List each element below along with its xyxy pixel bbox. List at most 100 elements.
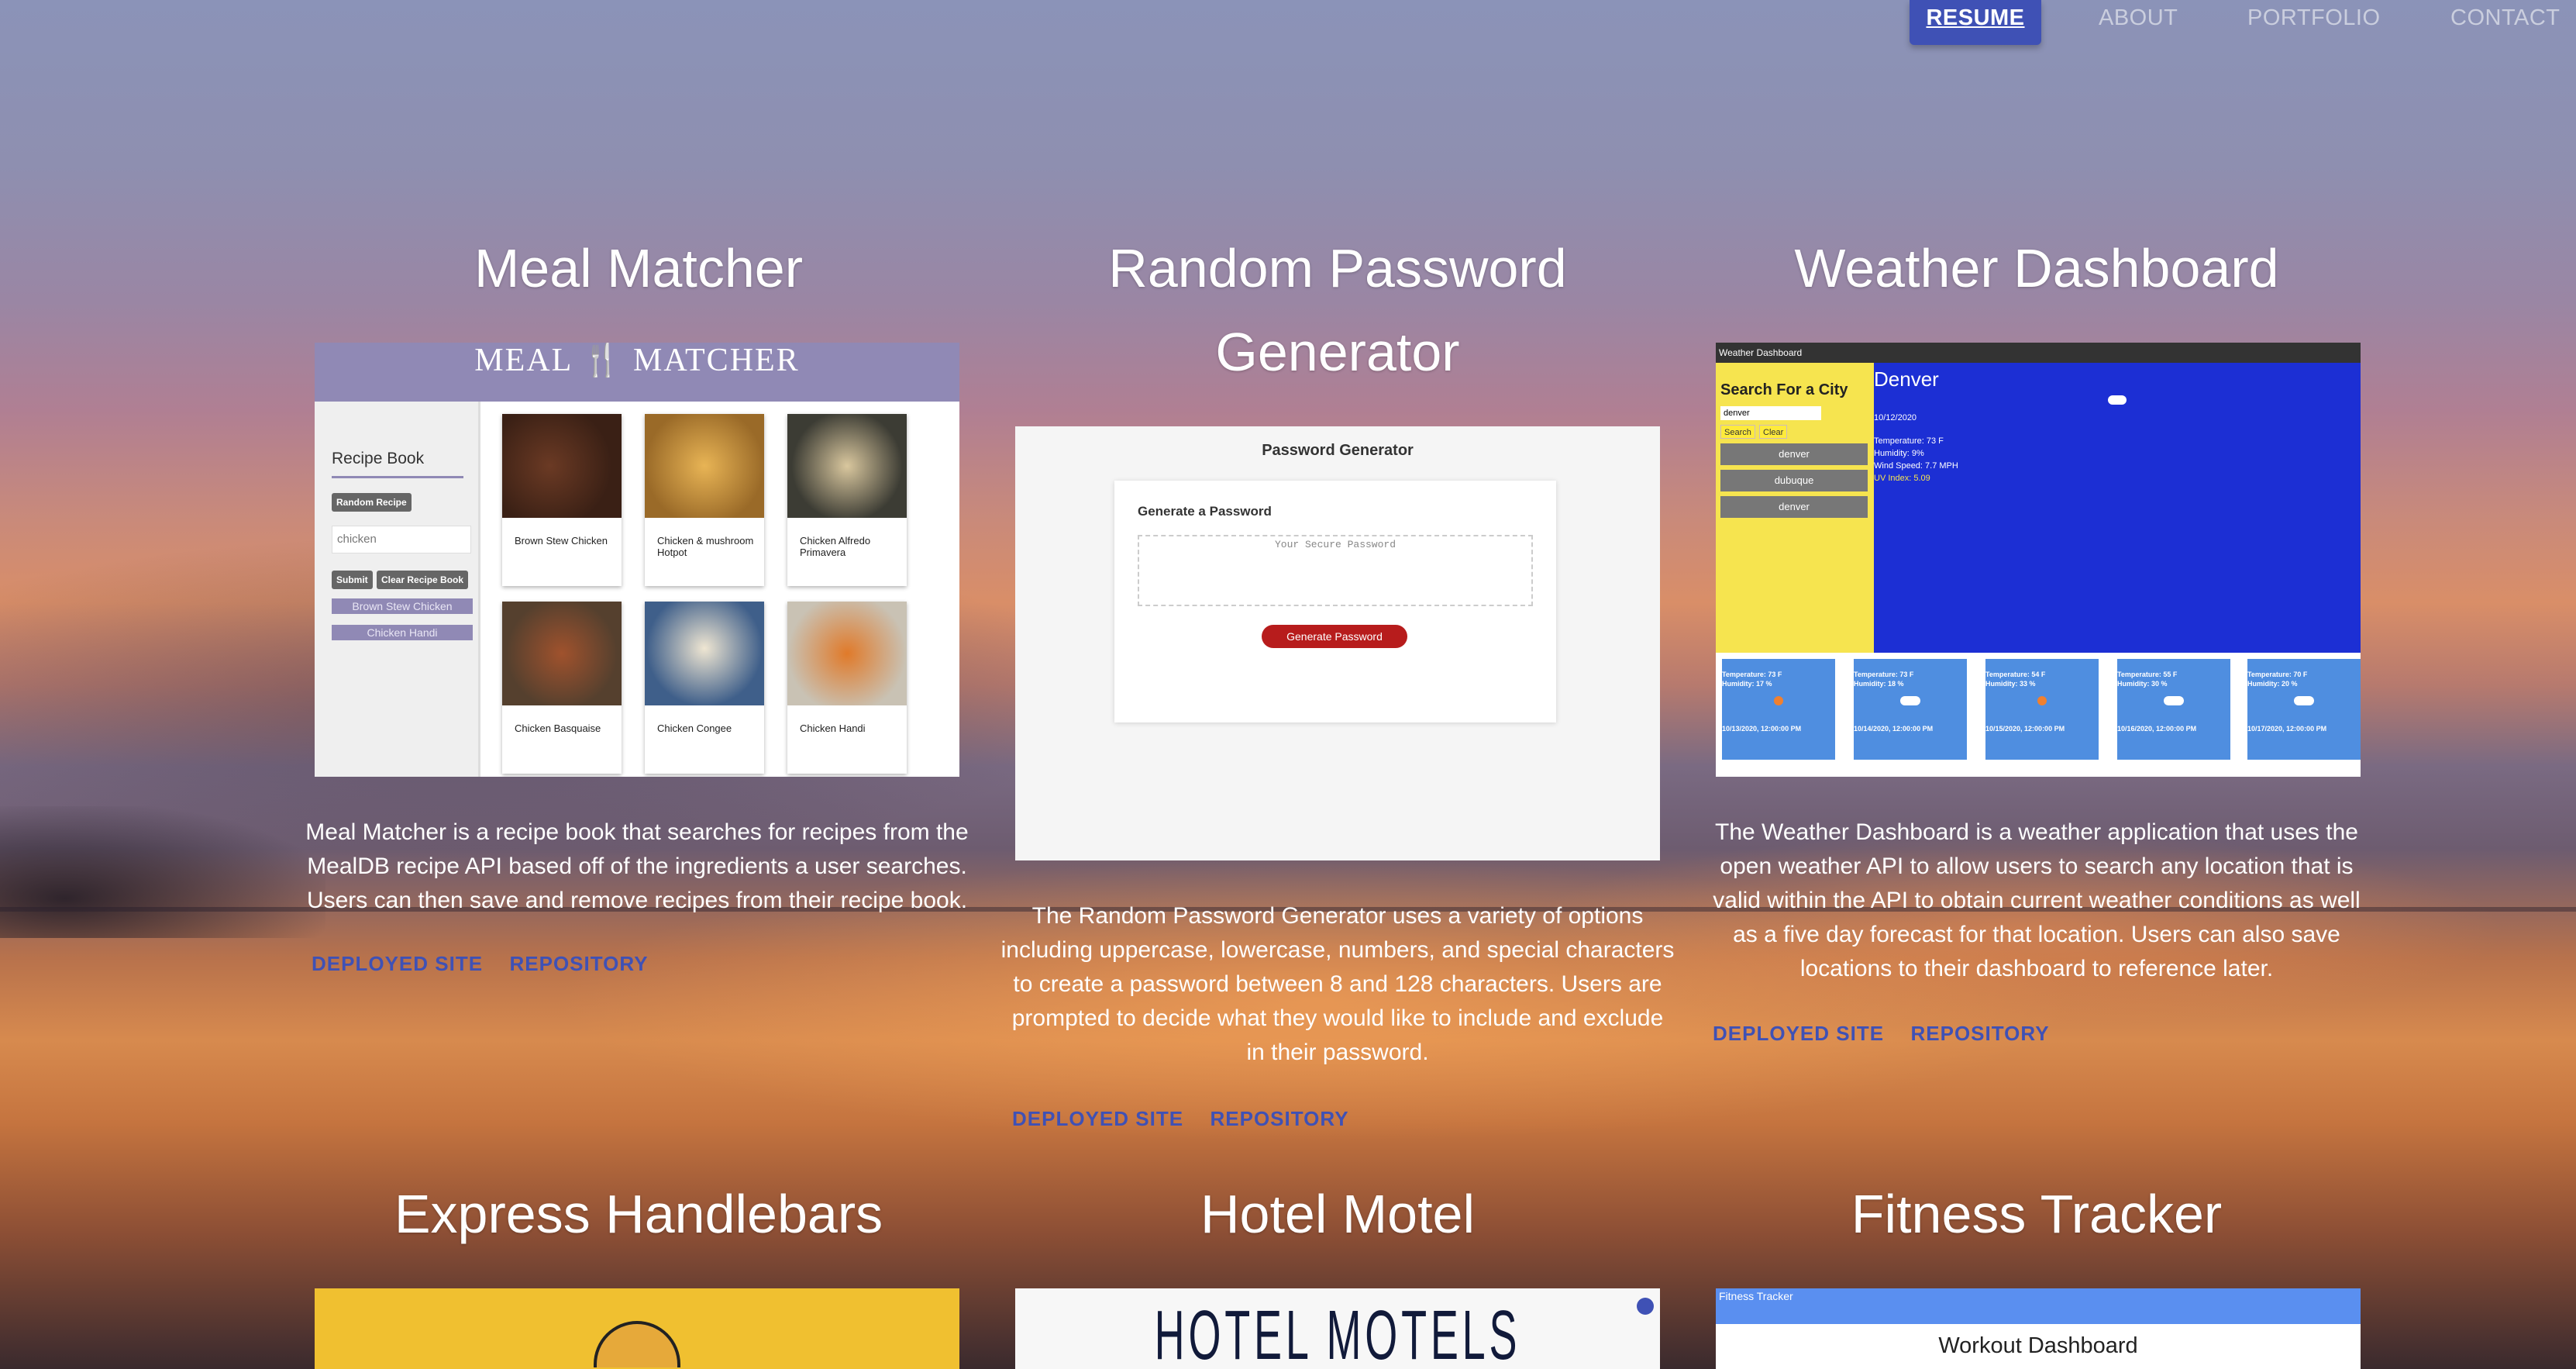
city-name: Denver xyxy=(1874,367,1939,391)
forecast-card: Temperature: 55 F Humidity: 30 % 10/16/2… xyxy=(2117,659,2230,760)
recipe-tile: Chicken & mushroom Hotpot xyxy=(645,414,764,586)
ingredient-search-input: chicken xyxy=(332,526,471,553)
weather-app-bar: Weather Dashboard xyxy=(1716,343,2361,363)
forecast-temp: Temperature: 73 F xyxy=(1722,671,1782,678)
nav-resume[interactable]: RESUME xyxy=(1910,0,2041,45)
recipe-photo xyxy=(502,414,622,518)
project-card-password-generator: Random Password Generator xyxy=(1004,226,1671,394)
current-weather-panel: Denver 10/12/2020 Temperature: 73 F Humi… xyxy=(1874,363,2361,653)
cloud-icon xyxy=(1900,696,1920,705)
weather-dashboard-screenshot[interactable]: Weather Dashboard Search For a City denv… xyxy=(1716,343,2361,777)
forecast-humidity: Humidity: 30 % xyxy=(2117,680,2168,688)
project-card-fitness-tracker: Fitness Tracker xyxy=(1703,1172,2370,1256)
password-generator-header: Password Generator xyxy=(1262,442,1414,459)
recipe-photo xyxy=(787,414,907,518)
project-card-express-handlebars: Express Handlebars xyxy=(305,1172,972,1256)
burger-icon xyxy=(594,1321,680,1367)
password-card-title: Generate a Password xyxy=(1138,504,1272,519)
project-card-hotel-motel: Hotel Motel xyxy=(1004,1172,1671,1256)
recipe-caption: Chicken Handi xyxy=(800,722,866,734)
password-generator-screenshot[interactable]: Password Generator Generate a Password Y… xyxy=(1015,426,1660,860)
current-date: 10/12/2020 xyxy=(1874,413,1917,422)
current-temperature: Temperature: 73 F xyxy=(1874,436,1944,446)
forecast-card: Temperature: 73 F Humidity: 17 % 10/13/2… xyxy=(1722,659,1835,760)
recipe-tile: Chicken Congee xyxy=(645,602,764,774)
forecast-row: Temperature: 73 F Humidity: 17 % 10/13/2… xyxy=(1716,653,2361,777)
cloud-icon xyxy=(2164,696,2184,705)
repository-link[interactable]: REPOSITORY xyxy=(1211,1107,1349,1131)
recipe-photo xyxy=(502,602,622,705)
meal-matcher-logo: MEAL 🍴 MATCHER xyxy=(474,343,800,378)
saved-recipe: Brown Stew Chicken xyxy=(332,598,473,614)
shoreline-silhouette xyxy=(0,806,325,938)
forecast-humidity: Humidity: 18 % xyxy=(1854,680,1904,688)
project-card-weather-dashboard: Weather Dashboard xyxy=(1703,226,2370,310)
recipe-tile: Brown Stew Chicken xyxy=(502,414,622,586)
express-handlebars-screenshot[interactable] xyxy=(315,1288,959,1369)
project-links: DEPLOYED SITE REPOSITORY xyxy=(1012,1107,1372,1131)
deployed-site-link[interactable]: DEPLOYED SITE xyxy=(1012,1107,1183,1131)
saved-recipe: Chicken Handi xyxy=(332,625,473,640)
project-links: DEPLOYED SITE REPOSITORY xyxy=(1713,1022,2073,1046)
forecast-date: 10/13/2020, 12:00:00 PM xyxy=(1722,725,1802,733)
forecast-temp: Temperature: 55 F xyxy=(2117,671,2178,678)
random-recipe-button: Random Recipe xyxy=(332,493,412,512)
forecast-temp: Temperature: 70 F xyxy=(2247,671,2308,678)
forecast-date: 10/16/2020, 12:00:00 PM xyxy=(2117,725,2197,733)
repository-link[interactable]: REPOSITORY xyxy=(1911,1022,2050,1046)
nav-about[interactable]: ABOUT xyxy=(2099,0,2178,45)
submit-button: Submit xyxy=(332,571,373,589)
password-output: Your Secure Password xyxy=(1138,535,1533,606)
recipe-tile: Chicken Basquaise xyxy=(502,602,622,774)
recipe-caption: Brown Stew Chicken xyxy=(515,535,608,547)
clear-button: Clear xyxy=(1759,425,1788,439)
recipe-caption: Chicken Basquaise xyxy=(515,722,601,734)
project-title: Hotel Motel xyxy=(1200,1184,1476,1244)
cloud-icon xyxy=(2294,696,2314,705)
workout-dashboard-title: Workout Dashboard xyxy=(1938,1333,2138,1358)
project-title: Random Password Generator xyxy=(1108,238,1567,382)
sun-icon xyxy=(2037,696,2047,705)
saved-city: denver xyxy=(1720,443,1868,465)
search-label: Search For a City xyxy=(1720,381,1848,398)
meal-matcher-header: MEAL 🍴 MATCHER xyxy=(315,343,959,402)
project-description: The Random Password Generator uses a var… xyxy=(1000,903,1675,1065)
forecast-date: 10/14/2020, 12:00:00 PM xyxy=(1854,725,1934,733)
repository-link[interactable]: REPOSITORY xyxy=(510,952,649,976)
deployed-site-link[interactable]: DEPLOYED SITE xyxy=(1713,1022,1884,1046)
password-card: Generate a Password Your Secure Password… xyxy=(1114,481,1556,722)
generate-password-button: Generate Password xyxy=(1262,625,1407,648)
weather-sidebar: Search For a City denver Search Clear de… xyxy=(1716,363,1874,653)
forecast-humidity: Humidity: 20 % xyxy=(2247,680,2298,688)
recipe-photo xyxy=(787,602,907,705)
hotel-motel-screenshot[interactable]: HOTEL MOTELS xyxy=(1015,1288,1660,1369)
forecast-card: Temperature: 54 F Humidity: 33 % 10/15/2… xyxy=(1985,659,2099,760)
deployed-site-link[interactable]: DEPLOYED SITE xyxy=(312,952,483,976)
hotel-motels-logo: HOTEL MOTELS xyxy=(1154,1297,1521,1369)
forecast-temp: Temperature: 73 F xyxy=(1854,671,1914,678)
fitness-app-bar: Fitness Tracker xyxy=(1716,1288,2361,1324)
project-description: The Weather Dashboard is a weather appli… xyxy=(1713,819,2361,981)
recipe-caption: Chicken Alfredo Primavera xyxy=(800,535,871,558)
forecast-temp: Temperature: 54 F xyxy=(1985,671,2046,678)
forecast-date: 10/17/2020, 12:00:00 PM xyxy=(2247,725,2327,733)
recipe-tile: Chicken Handi xyxy=(787,602,907,774)
meal-matcher-screenshot[interactable]: MEAL 🍴 MATCHER Recipe Book Random Recipe… xyxy=(315,343,959,777)
saved-city: dubuque xyxy=(1720,470,1868,491)
project-title: Express Handlebars xyxy=(394,1184,883,1244)
forecast-date: 10/15/2020, 12:00:00 PM xyxy=(1985,725,2065,733)
badge-icon xyxy=(1637,1298,1654,1315)
search-button: Search xyxy=(1720,425,1755,439)
divider xyxy=(332,476,463,478)
sun-icon xyxy=(1774,696,1783,705)
nav-portfolio[interactable]: PORTFOLIO xyxy=(2247,0,2381,45)
top-nav: RESUME ABOUT PORTFOLIO CONTACT xyxy=(1801,0,2576,47)
recipe-photo xyxy=(645,414,764,518)
cloud-icon xyxy=(2108,395,2127,405)
forecast-card: Temperature: 70 F Humidity: 20 % 10/17/2… xyxy=(2247,659,2361,760)
city-search-input: denver xyxy=(1720,406,1821,420)
fitness-tracker-screenshot[interactable]: Fitness Tracker Workout Dashboard xyxy=(1716,1288,2361,1369)
nav-contact[interactable]: CONTACT xyxy=(2450,0,2561,45)
forecast-humidity: Humidity: 33 % xyxy=(1985,680,2036,688)
project-title: Fitness Tracker xyxy=(1851,1184,2223,1244)
